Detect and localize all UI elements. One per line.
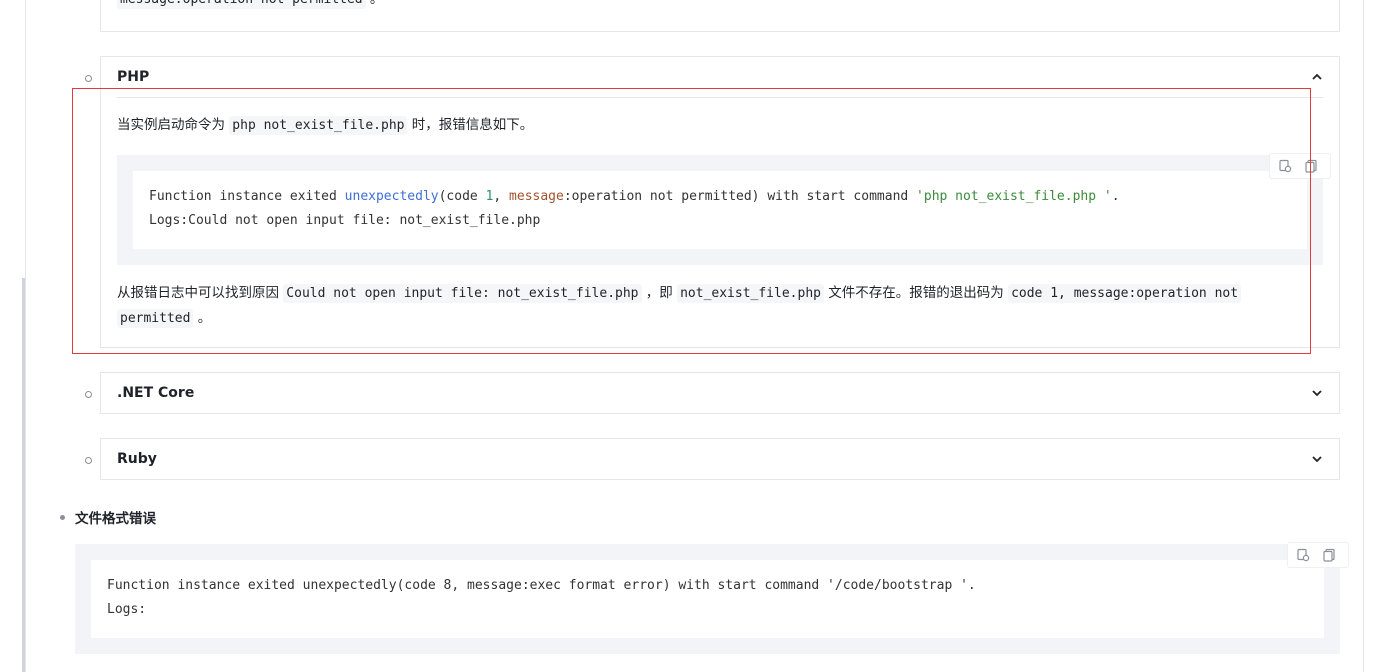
inline-code: permitted: [117, 309, 194, 328]
panel-title[interactable]: .NET Core: [117, 385, 194, 401]
code-block-body: Function instance exited unexpectedly(co…: [91, 560, 1324, 638]
php-conclusion: 从报错日志中可以找到原因 Could not open input file: …: [117, 281, 1307, 331]
code-toolbar: [1269, 153, 1331, 179]
page-left-border: [25, 0, 26, 672]
inline-code: message:operation not permitted: [117, 0, 366, 9]
code-line: Logs:: [107, 602, 147, 617]
list-bullet: [60, 515, 65, 520]
code-line: Function instance exited unexpectedly(co…: [149, 189, 1120, 204]
code-line: Function instance exited unexpectedly(co…: [107, 578, 976, 593]
dotnet-panel[interactable]: .NET Core: [100, 372, 1340, 414]
copy-icon[interactable]: [1319, 545, 1339, 565]
inline-code: not_exist_file.php: [677, 284, 824, 303]
section-heading: 文件格式错误: [75, 511, 156, 527]
code-block: Function instance exited unexpectedly(co…: [117, 153, 1331, 265]
code-line: Logs:Could not open input file: not_exis…: [149, 213, 541, 228]
list-bullet: [85, 457, 92, 464]
inline-code: code 1, message:operation not: [1008, 284, 1242, 303]
copy-edit-icon[interactable]: [1275, 156, 1295, 176]
copy-edit-icon[interactable]: [1293, 545, 1313, 565]
panel-title[interactable]: PHP: [117, 69, 149, 85]
previous-panel-text: message:operation not permitted 。: [117, 0, 383, 12]
chevron-up-icon[interactable]: [1311, 71, 1323, 83]
copy-icon[interactable]: [1301, 156, 1321, 176]
chevron-down-icon[interactable]: [1311, 453, 1323, 465]
code-toolbar: [1287, 542, 1349, 568]
code-block-body: Function instance exited unexpectedly(co…: [133, 171, 1307, 249]
panel-divider: [117, 97, 1323, 98]
php-intro: 当实例启动命令为 php not_exist_file.php 时，报错信息如下…: [117, 116, 534, 135]
scroll-indicator[interactable]: [22, 278, 25, 672]
code-block: Function instance exited unexpectedly(co…: [75, 542, 1349, 654]
page-right-border: [1363, 0, 1364, 672]
ruby-panel[interactable]: Ruby: [100, 438, 1340, 480]
panel-title[interactable]: Ruby: [117, 451, 157, 467]
list-bullet: [85, 75, 92, 82]
inline-code: php not_exist_file.php: [229, 116, 408, 135]
chevron-down-icon[interactable]: [1311, 387, 1323, 399]
list-bullet: [85, 391, 92, 398]
previous-panel: message:operation not permitted 。: [100, 0, 1340, 32]
php-panel: PHP 当实例启动命令为 php not_exist_file.php 时，报错…: [100, 56, 1340, 348]
inline-code: Could not open input file: not_exist_fil…: [283, 284, 642, 303]
